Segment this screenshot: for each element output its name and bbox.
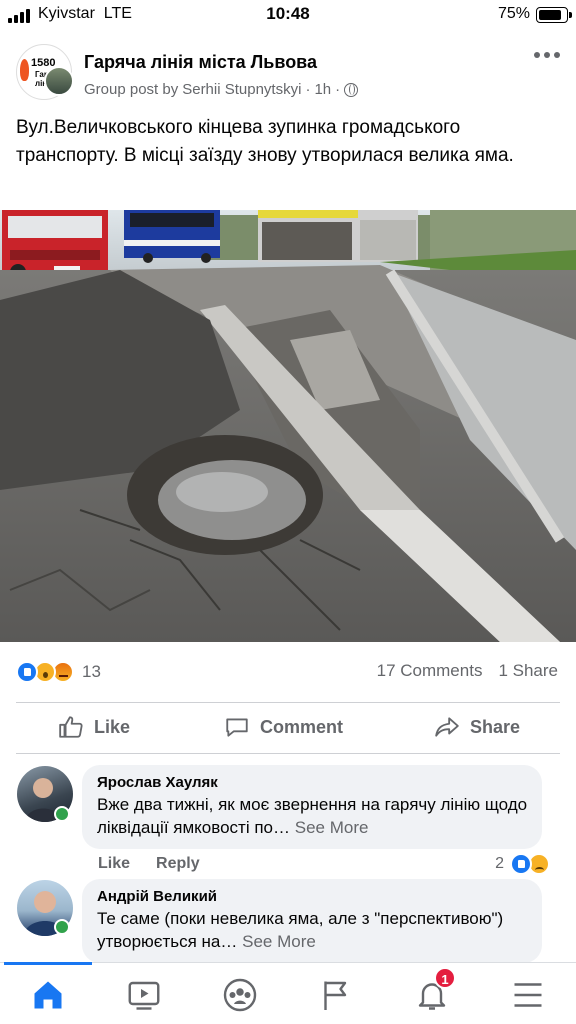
nav-home[interactable]: [28, 975, 68, 1015]
comment-bubble[interactable]: Андрій Великий Те саме (поки невелика ям…: [82, 879, 542, 963]
status-bar: Kyivstar LTE 10:48 75%: [0, 0, 576, 30]
nav-notifications[interactable]: 1: [412, 967, 456, 1015]
post-photo[interactable]: [0, 210, 576, 642]
clock: 10:48: [266, 4, 310, 23]
flag-icon: [324, 981, 347, 1010]
reaction-count: 13: [82, 662, 101, 681]
comment-reaction-count: 2: [495, 855, 504, 872]
battery-percent: 75%: [497, 5, 530, 22]
commenter-name[interactable]: Ярослав Хауляк: [97, 774, 528, 791]
like-reaction-icon: [16, 661, 38, 683]
post-meta: Group post by Serhii Stupnytskyi · 1h ·: [84, 81, 359, 98]
nav-pages[interactable]: [316, 975, 356, 1015]
engagement-counts: 17 Comments 1 Share: [377, 661, 558, 681]
comment-reactions[interactable]: 2: [495, 853, 550, 875]
commenter-name[interactable]: Андрій Великий: [97, 888, 528, 905]
like-label: Like: [94, 716, 131, 737]
like-reaction-icon: [510, 853, 532, 875]
share-button[interactable]: Share: [434, 703, 520, 751]
thumbs-up-icon: [59, 716, 83, 738]
share-label: Share: [470, 716, 521, 737]
meta-separator: ·: [305, 81, 311, 98]
comment-label: Comment: [260, 716, 344, 737]
globe-icon: [344, 82, 359, 97]
online-indicator: [54, 806, 70, 822]
comment-like-button[interactable]: Like: [98, 855, 130, 873]
comment-button[interactable]: Comment: [224, 703, 343, 751]
hamburger-menu-icon: [514, 983, 542, 1007]
shares-count-link[interactable]: 1 Share: [498, 661, 558, 681]
comment-text: Вже два тижні, як моє звернення на гаряч…: [97, 793, 528, 839]
flame-icon: [20, 59, 29, 81]
post-text: Вул.Величковського кінцева зупинка грома…: [16, 117, 514, 166]
post-time[interactable]: 1h: [314, 81, 331, 98]
battery-icon: [536, 7, 572, 23]
bottom-navigation: 1: [0, 962, 576, 1024]
home-icon: [34, 981, 62, 1009]
groups-icon: [223, 978, 257, 1012]
comment-reply-button[interactable]: Reply: [156, 855, 200, 873]
post-author[interactable]: Serhii Stupnytskyi: [182, 81, 301, 98]
nav-menu[interactable]: [508, 975, 548, 1015]
post-header: 1580 Гаряча лінія Гаряча лінія міста Льв…: [0, 40, 576, 106]
nav-groups[interactable]: [220, 975, 260, 1015]
reactions-summary[interactable]: 13: [16, 660, 101, 684]
comments-count-link[interactable]: 17 Comments: [377, 661, 483, 681]
post-actions: Like Comment Share: [0, 703, 576, 751]
see-more-link[interactable]: See More: [242, 932, 316, 951]
author-avatar[interactable]: [44, 66, 74, 96]
meta-separator: ·: [335, 81, 341, 98]
see-more-link[interactable]: See More: [295, 818, 369, 837]
nav-watch[interactable]: [124, 975, 164, 1015]
pothole-photo-illustration: [0, 210, 576, 642]
comment-actions: Like Reply: [98, 855, 200, 873]
notification-badge: 1: [434, 967, 456, 989]
comment-icon: [226, 718, 248, 737]
group-name[interactable]: Гаряча лінія міста Львова: [84, 52, 317, 73]
active-tab-indicator: [4, 962, 92, 965]
online-indicator: [54, 919, 70, 935]
share-arrow-icon: [435, 717, 459, 737]
comment-bubble[interactable]: Ярослав Хауляк Вже два тижні, як моє зве…: [82, 765, 542, 849]
meta-prefix: Group post by: [84, 81, 179, 98]
video-icon: [128, 981, 160, 1010]
like-button[interactable]: Like: [58, 703, 130, 751]
more-options-icon[interactable]: [534, 52, 560, 58]
divider: [16, 753, 560, 754]
comment-text: Те саме (поки невелика яма, але з "персп…: [97, 907, 528, 953]
